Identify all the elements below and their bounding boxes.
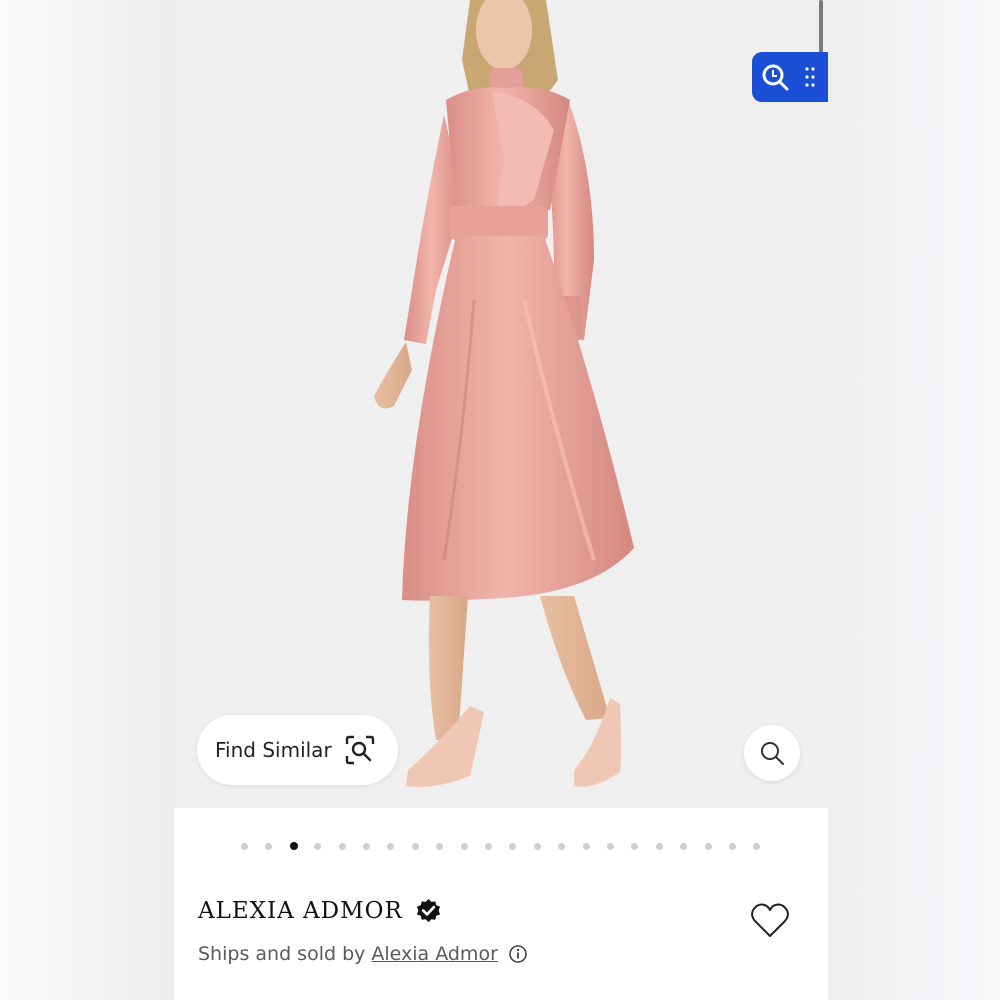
scan-search-icon (345, 735, 374, 765)
carousel-dot[interactable] (607, 843, 614, 850)
carousel-dot[interactable] (338, 843, 346, 850)
left-backdrop (0, 0, 174, 1000)
carousel-dot[interactable] (460, 843, 468, 850)
carousel-dot[interactable] (485, 843, 492, 850)
seller-link[interactable]: Alexia Admor (371, 943, 498, 965)
find-similar-label: Find Similar (215, 738, 332, 762)
carousel-dot[interactable] (387, 843, 395, 850)
carousel-dot[interactable] (289, 842, 298, 850)
zoom-button[interactable] (744, 725, 800, 781)
carousel-dot[interactable] (265, 843, 273, 850)
visual-search-widget[interactable] (752, 52, 828, 102)
carousel-dot[interactable] (509, 843, 517, 850)
scroll-indicator[interactable] (819, 0, 823, 60)
visual-search-icon[interactable] (760, 62, 790, 92)
carousel-dot[interactable] (582, 843, 590, 850)
carousel-dot[interactable] (314, 843, 322, 850)
carousel-dot[interactable] (631, 843, 639, 850)
ships-sold-text: Ships and sold by (198, 943, 366, 965)
right-backdrop (828, 0, 1000, 1000)
carousel-dot[interactable] (436, 843, 444, 850)
brand-row: ALEXIA ADMOR (198, 893, 442, 929)
drag-grip-icon[interactable] (804, 66, 816, 88)
carousel-dot[interactable] (411, 843, 419, 850)
carousel-dot[interactable] (704, 843, 712, 850)
product-image[interactable]: Find Similar (174, 0, 828, 808)
carousel-dot[interactable] (680, 843, 688, 850)
search-icon (761, 742, 784, 765)
carousel-dot[interactable] (753, 843, 761, 850)
brand-name[interactable]: ALEXIA ADMOR (198, 898, 403, 924)
wishlist-heart-icon[interactable] (750, 901, 790, 939)
carousel-dot[interactable] (363, 843, 370, 850)
seller-info: Ships and sold by Alexia Admor (198, 940, 528, 968)
info-icon[interactable] (508, 944, 528, 964)
carousel-dot[interactable] (533, 843, 541, 850)
carousel-dots (174, 840, 828, 854)
verified-badge-icon (416, 898, 440, 922)
model-photo (374, 0, 634, 787)
product-page: Find Similar ALEXIA ADMOR Ships and sold… (174, 0, 828, 1000)
carousel-dot[interactable] (729, 843, 736, 850)
carousel-dot[interactable] (655, 843, 663, 850)
carousel-dot[interactable] (558, 843, 566, 850)
carousel-dot[interactable] (241, 843, 248, 850)
find-similar-button[interactable]: Find Similar (197, 715, 398, 785)
